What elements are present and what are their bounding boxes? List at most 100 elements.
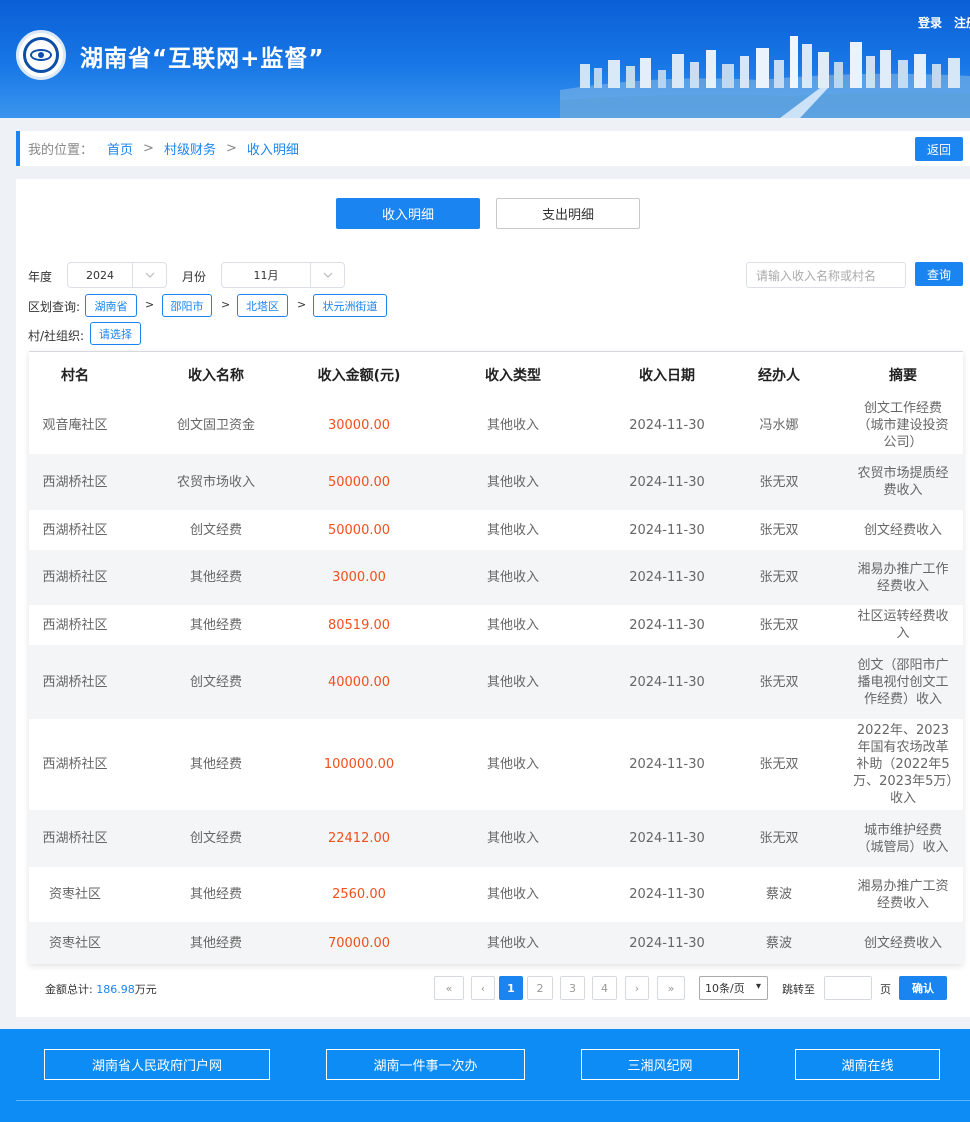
cell-handler: 张无双 (715, 550, 843, 605)
amount-total: 金额总计: 186.98万元 (45, 981, 157, 997)
cell-summary: 社区运转经费收入 (843, 605, 963, 645)
cell-income-name: 其他经费 (121, 922, 311, 964)
region-separator: > (145, 298, 155, 311)
cell-income-name: 创文经费 (121, 510, 311, 550)
confirm-jump-button[interactable]: 确认 (899, 976, 947, 1000)
cell-handler: 张无双 (715, 810, 843, 867)
cell-date: 2024-11-30 (619, 454, 715, 510)
cell-village: 西湖桥社区 (29, 645, 121, 719)
header-links: 登录注册 (906, 14, 970, 31)
login-link[interactable]: 登录 (918, 16, 942, 30)
org-select-button[interactable]: 请选择 (90, 322, 141, 345)
chevron-down-icon (310, 263, 344, 287)
footer-link-hunan-online[interactable]: 湖南在线 (795, 1049, 940, 1080)
table-row: 西湖桥社区 创文经费 22412.00 其他收入 2024-11-30 张无双 … (29, 810, 963, 867)
tab-expense-detail[interactable]: 支出明细 (496, 198, 640, 229)
month-select[interactable]: 11月 (221, 262, 345, 288)
page-button-2[interactable]: 2 (527, 976, 553, 1000)
search-input[interactable]: 请输入收入名称或村名 (746, 262, 906, 288)
cell-village: 西湖桥社区 (29, 810, 121, 867)
cell-handler: 冯水娜 (715, 397, 843, 454)
table-row: 资枣社区 其他经费 2560.00 其他收入 2024-11-30 蔡波 湘易办… (29, 867, 963, 922)
column-header-village: 村名 (29, 352, 121, 397)
footer-link-one-thing[interactable]: 湖南一件事一次办 (326, 1049, 525, 1080)
back-button[interactable]: 返回 (915, 137, 963, 161)
page-button-3[interactable]: 3 (560, 976, 585, 1000)
cell-amount: 3000.00 (311, 550, 407, 605)
total-unit: 万元 (134, 983, 157, 996)
breadcrumb-income-detail[interactable]: 收入明细 (247, 139, 299, 158)
cell-type: 其他收入 (407, 719, 619, 810)
breadcrumb: 我的位置： 首页 > 村级财务 > 收入明细 返回 (16, 131, 970, 166)
table-row: 西湖桥社区 其他经费 80519.00 其他收入 2024-11-30 张无双 … (29, 605, 963, 645)
cell-village: 西湖桥社区 (29, 510, 121, 550)
first-page-button[interactable]: « (434, 976, 464, 1000)
jump-label: 跳转至 (782, 983, 815, 996)
chevron-down-icon: ▾ (755, 981, 761, 992)
region-chip-street[interactable]: 状元洲街道 (313, 294, 387, 317)
cell-summary: 湘易办推广工作经费收入 (843, 550, 963, 605)
cell-type: 其他收入 (407, 810, 619, 867)
cell-type: 其他收入 (407, 510, 619, 550)
cell-village: 西湖桥社区 (29, 719, 121, 810)
cell-summary: 2022年、2023年国有农场改革补助（2022年5万、2023年5万）收入 (843, 719, 963, 810)
cell-village: 资枣社区 (29, 922, 121, 964)
cell-village: 西湖桥社区 (29, 454, 121, 510)
cell-income-name: 其他经费 (121, 605, 311, 645)
cell-type: 其他收入 (407, 397, 619, 454)
site-logo[interactable] (16, 30, 66, 80)
total-label: 金额总计: (45, 983, 93, 996)
cell-income-name: 其他经费 (121, 550, 311, 605)
column-header-summary: 摘要 (843, 352, 963, 397)
prev-page-button[interactable]: ‹ (471, 976, 495, 1000)
cell-income-name: 创文固卫资金 (121, 397, 311, 454)
breadcrumb-village-finance[interactable]: 村级财务 (164, 139, 216, 158)
page-unit-label: 页 (880, 983, 891, 996)
page-size-select[interactable]: 10条/页 ▾ (699, 976, 768, 1000)
column-header-income-name: 收入名称 (121, 352, 311, 397)
last-page-button[interactable]: » (657, 976, 685, 1000)
cell-type: 其他收入 (407, 645, 619, 719)
cell-type: 其他收入 (407, 454, 619, 510)
month-value: 11月 (253, 269, 279, 282)
page-button-1[interactable]: 1 (499, 976, 523, 1000)
cell-income-name: 农贸市场收入 (121, 454, 311, 510)
cell-type: 其他收入 (407, 605, 619, 645)
eye-emblem-icon (23, 37, 59, 73)
cell-summary: 创文经费收入 (843, 510, 963, 550)
region-chip-city[interactable]: 邵阳市 (162, 294, 212, 317)
next-page-button[interactable]: › (625, 976, 649, 1000)
region-chip-province[interactable]: 湖南省 (85, 294, 137, 317)
column-header-type: 收入类型 (407, 352, 619, 397)
column-header-handler: 经办人 (715, 352, 843, 397)
year-select[interactable]: 2024 (67, 262, 167, 288)
cell-income-name: 其他经费 (121, 867, 311, 922)
footer-link-province-portal[interactable]: 湖南省人民政府门户网 (44, 1049, 270, 1080)
cell-summary: 城市维护经费（城管局）收入 (843, 810, 963, 867)
query-button[interactable]: 查询 (915, 262, 963, 286)
breadcrumb-home[interactable]: 首页 (107, 139, 133, 158)
cell-amount: 70000.00 (311, 922, 407, 964)
cell-income-name: 创文经费 (121, 810, 311, 867)
region-chip-district[interactable]: 北塔区 (237, 294, 288, 317)
breadcrumb-separator: > (225, 141, 237, 156)
cell-village: 西湖桥社区 (29, 550, 121, 605)
footer-link-sanxiang[interactable]: 三湘风纪网 (581, 1049, 739, 1080)
tab-income-detail[interactable]: 收入明细 (336, 198, 480, 229)
cell-summary: 创文经费收入 (843, 922, 963, 964)
site-footer: 湖南省人民政府门户网 湖南一件事一次办 三湘风纪网 湖南在线 (0, 1029, 970, 1122)
cell-date: 2024-11-30 (619, 922, 715, 964)
cell-date: 2024-11-30 (619, 645, 715, 719)
region-separator: > (221, 298, 231, 311)
cell-village: 西湖桥社区 (29, 605, 121, 645)
cell-handler: 张无双 (715, 510, 843, 550)
cell-amount: 50000.00 (311, 510, 407, 550)
cell-amount: 30000.00 (311, 397, 407, 454)
month-label: 月份 (182, 270, 207, 284)
table-row: 西湖桥社区 其他经费 100000.00 其他收入 2024-11-30 张无双… (29, 719, 963, 810)
register-link[interactable]: 注册 (954, 16, 970, 30)
page-button-4[interactable]: 4 (592, 976, 617, 1000)
jump-page-input[interactable] (824, 976, 872, 1000)
table-row: 西湖桥社区 创文经费 40000.00 其他收入 2024-11-30 张无双 … (29, 645, 963, 719)
cell-handler: 张无双 (715, 605, 843, 645)
